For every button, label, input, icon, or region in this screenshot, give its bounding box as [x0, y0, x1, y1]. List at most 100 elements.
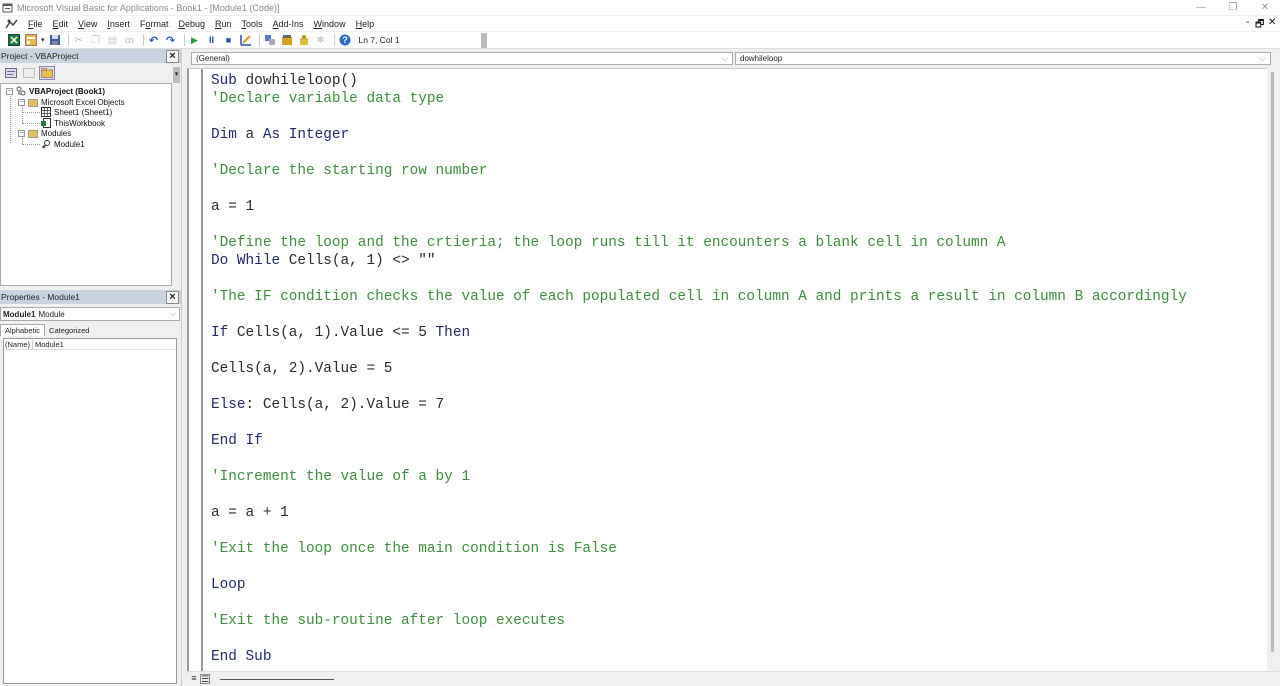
- minimize-button[interactable]: —: [1186, 0, 1216, 15]
- code-line[interactable]: Loop: [211, 576, 1187, 594]
- code-line[interactable]: [211, 180, 1187, 198]
- tree-node-module1[interactable]: Module1: [41, 139, 85, 149]
- code-line[interactable]: a = 1: [211, 198, 1187, 216]
- vertical-scroll-thumb[interactable]: [1271, 72, 1274, 652]
- code-text[interactable]: Sub dowhileloop() 'Declare variable data …: [211, 72, 1187, 666]
- code-line[interactable]: [211, 450, 1187, 468]
- tree-node-modules[interactable]: − Modules: [18, 128, 71, 138]
- code-line[interactable]: Else: Cells(a, 2).Value = 7: [211, 396, 1187, 414]
- code-line[interactable]: 'Exit the loop once the main condition i…: [211, 540, 1187, 558]
- menu-tools[interactable]: Tools: [237, 19, 268, 29]
- code-editor[interactable]: Sub dowhileloop() 'Declare variable data …: [187, 68, 1267, 672]
- code-line[interactable]: a = a + 1: [211, 504, 1187, 522]
- menu-run[interactable]: Run: [210, 19, 237, 29]
- code-line[interactable]: [211, 558, 1187, 576]
- properties-panel-close-button[interactable]: ×: [166, 290, 179, 304]
- code-line[interactable]: [211, 108, 1187, 126]
- property-row[interactable]: (Name) Module1: [4, 339, 176, 350]
- menu-addins[interactable]: Add-Ins: [268, 19, 309, 29]
- code-line[interactable]: Dim a As Integer: [211, 126, 1187, 144]
- margin-indicator-bar[interactable]: [189, 69, 203, 672]
- mdi-minimize-button[interactable]: -: [1246, 17, 1249, 28]
- close-button[interactable]: ✕: [1250, 0, 1280, 15]
- code-line[interactable]: End If: [211, 432, 1187, 450]
- properties-window-button[interactable]: [280, 33, 294, 47]
- code-line[interactable]: 'Increment the value of a by 1: [211, 468, 1187, 486]
- collapse-icon[interactable]: −: [18, 98, 25, 106]
- copy-button[interactable]: ❐: [89, 33, 103, 47]
- reset-button[interactable]: ■: [222, 33, 236, 47]
- find-button[interactable]: ꝏ: [123, 33, 137, 47]
- project-explorer-button[interactable]: [263, 33, 277, 47]
- code-line[interactable]: [211, 216, 1187, 234]
- redo-button[interactable]: ↷: [164, 33, 178, 47]
- code-line[interactable]: [211, 306, 1187, 324]
- menu-view[interactable]: View: [73, 19, 102, 29]
- insert-userform-button[interactable]: [24, 33, 38, 47]
- menu-window[interactable]: Window: [309, 19, 351, 29]
- menu-format[interactable]: Format: [135, 19, 174, 29]
- project-toolbar-overflow[interactable]: ▾: [173, 67, 180, 83]
- code-line[interactable]: Sub dowhileloop(): [211, 72, 1187, 90]
- menu-file[interactable]: File: [23, 19, 48, 29]
- tree-node-thisworkbook[interactable]: ThisWorkbook: [41, 118, 105, 128]
- help-button[interactable]: ?: [338, 33, 352, 47]
- horizontal-scrollbar[interactable]: ≡ ☰: [187, 671, 1280, 686]
- code-line[interactable]: [211, 414, 1187, 432]
- code-line[interactable]: [211, 378, 1187, 396]
- menu-insert[interactable]: Insert: [102, 19, 135, 29]
- cut-button[interactable]: ✂: [72, 33, 86, 47]
- code-line[interactable]: 'The IF condition checks the value of ea…: [211, 288, 1187, 306]
- code-line[interactable]: [211, 522, 1187, 540]
- break-button[interactable]: II: [205, 33, 219, 47]
- code-line[interactable]: End Sub: [211, 648, 1187, 666]
- tree-node-vbaproject[interactable]: − VBAProject (Book1): [6, 86, 105, 96]
- view-object-button[interactable]: [21, 66, 37, 80]
- menu-help[interactable]: Help: [351, 19, 380, 29]
- view-excel-button[interactable]: [7, 33, 21, 47]
- collapse-icon[interactable]: −: [6, 87, 13, 95]
- property-value[interactable]: Module1: [33, 340, 64, 349]
- procedure-view-button[interactable]: ≡: [189, 674, 199, 684]
- run-button[interactable]: ▶: [188, 33, 202, 47]
- undo-button[interactable]: ↶: [147, 33, 161, 47]
- menu-edit[interactable]: Edit: [48, 19, 74, 29]
- tab-categorized[interactable]: Categorized: [45, 325, 93, 336]
- design-mode-button[interactable]: [239, 33, 253, 47]
- object-browser-button[interactable]: [297, 33, 311, 47]
- code-line[interactable]: [211, 630, 1187, 648]
- code-line[interactable]: 'Define the loop and the crtieria; the l…: [211, 234, 1187, 252]
- full-module-view-button[interactable]: ☰: [200, 674, 210, 684]
- menu-debug[interactable]: Debug: [173, 19, 210, 29]
- object-selector[interactable]: Module1 Module ⌵: [0, 307, 180, 321]
- code-line[interactable]: [211, 270, 1187, 288]
- vbe-menu-icon[interactable]: [5, 18, 19, 30]
- code-line[interactable]: [211, 594, 1187, 612]
- code-line[interactable]: [211, 144, 1187, 162]
- code-line[interactable]: Cells(a, 2).Value = 5: [211, 360, 1187, 378]
- mdi-close-button[interactable]: ✕: [1268, 17, 1276, 28]
- save-button[interactable]: [48, 33, 62, 47]
- tab-alphabetic[interactable]: Alphabetic: [0, 324, 46, 336]
- tree-node-excel-objects[interactable]: − Microsoft Excel Objects: [18, 97, 125, 107]
- view-code-button[interactable]: [3, 66, 19, 80]
- project-panel-close-button[interactable]: ×: [166, 49, 179, 63]
- vertical-scrollbar[interactable]: [1267, 68, 1280, 671]
- collapse-icon[interactable]: −: [18, 129, 25, 137]
- insert-dropdown-icon[interactable]: ▾: [41, 36, 45, 44]
- code-line[interactable]: [211, 486, 1187, 504]
- code-line[interactable]: [211, 342, 1187, 360]
- restore-button[interactable]: ❐: [1218, 0, 1248, 15]
- object-combo[interactable]: (General) ⌵: [191, 52, 733, 65]
- code-line[interactable]: If Cells(a, 1).Value <= 5 Then: [211, 324, 1187, 342]
- tree-node-sheet1[interactable]: Sheet1 (Sheet1): [41, 107, 112, 117]
- code-line[interactable]: 'Declare the starting row number: [211, 162, 1187, 180]
- code-line[interactable]: Do While Cells(a, 1) <> "": [211, 252, 1187, 270]
- toggle-folders-button[interactable]: [39, 66, 55, 80]
- procedure-combo[interactable]: dowhileloop ⌵: [735, 52, 1271, 65]
- horizontal-scroll-thumb[interactable]: [220, 679, 334, 680]
- toolbar-overflow-handle[interactable]: [480, 32, 487, 48]
- code-line[interactable]: 'Exit the sub-routine after loop execute…: [211, 612, 1187, 630]
- toolbox-button[interactable]: ✱: [314, 33, 328, 47]
- paste-button[interactable]: ▤: [106, 33, 120, 47]
